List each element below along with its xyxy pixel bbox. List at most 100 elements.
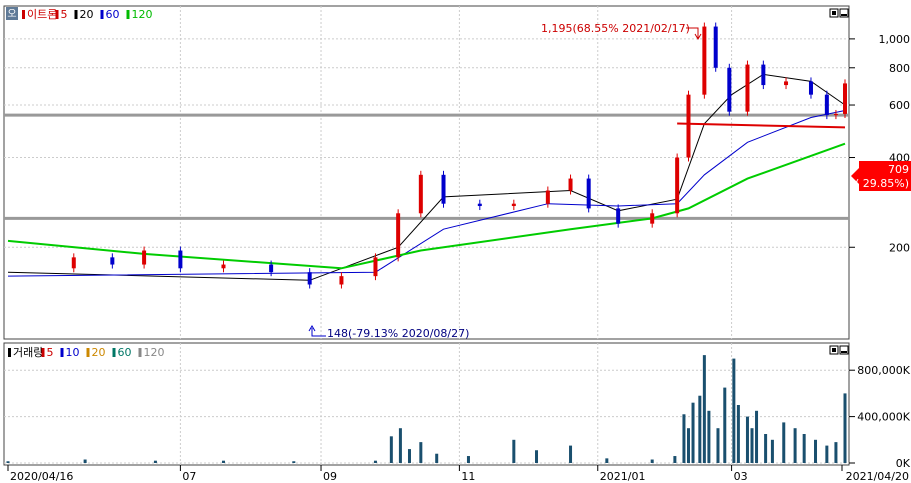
candle-body bbox=[110, 257, 115, 265]
x-tick-label: 2021/04/20 bbox=[846, 470, 909, 483]
price-legend: 이트론 5 20 60 120 bbox=[22, 8, 153, 21]
price-y-tick-label: 200 bbox=[889, 241, 910, 254]
volume-bar bbox=[292, 461, 296, 463]
legend-swatch bbox=[112, 348, 116, 357]
volume-bar bbox=[814, 439, 818, 463]
legend-label: 20 bbox=[92, 346, 106, 359]
legend-swatch bbox=[22, 10, 25, 19]
candle-body bbox=[824, 94, 829, 116]
price-y-tick-label: 800 bbox=[889, 62, 910, 75]
legend-swatch bbox=[55, 10, 59, 19]
legend-label: 10 bbox=[66, 346, 80, 359]
volume-bar bbox=[793, 428, 797, 463]
candle-body bbox=[142, 250, 147, 265]
legend-swatch bbox=[74, 10, 78, 19]
candle-body bbox=[545, 190, 550, 204]
volume-bar bbox=[736, 405, 740, 463]
volume-bar bbox=[221, 460, 225, 463]
candle-body bbox=[71, 257, 76, 269]
volume-panel-close-icon[interactable] bbox=[839, 345, 849, 355]
x-tick-label: 2020/04/16 bbox=[10, 470, 73, 483]
legend-label: 60 bbox=[106, 8, 120, 21]
candle-body bbox=[221, 264, 226, 269]
legend-swatch bbox=[8, 348, 11, 357]
legend-label: 120 bbox=[132, 8, 153, 21]
x-tick-label: 09 bbox=[323, 470, 337, 483]
volume-bar bbox=[512, 439, 516, 463]
price-panel-close-icon[interactable] bbox=[839, 8, 849, 18]
x-tick-label: 03 bbox=[734, 470, 748, 483]
candle-body bbox=[568, 178, 573, 191]
volume-bar bbox=[83, 459, 87, 463]
volume-panel-bg bbox=[3, 342, 850, 466]
low-annotation: 148(-79.13% 2020/08/27) bbox=[308, 325, 469, 340]
volume-bar bbox=[825, 445, 829, 463]
price-panel-maximize-icon[interactable] bbox=[829, 8, 839, 18]
candle-body bbox=[808, 81, 813, 95]
legend-label: 5 bbox=[61, 8, 68, 21]
candle-body bbox=[686, 94, 691, 158]
candle-body bbox=[702, 26, 707, 95]
volume-bar bbox=[843, 393, 847, 463]
legend-label: 이트론 bbox=[27, 8, 57, 21]
volume-bar bbox=[755, 410, 759, 463]
candle-body bbox=[727, 67, 732, 112]
candle-body bbox=[477, 203, 482, 207]
volume-bar bbox=[673, 456, 677, 463]
candle-body bbox=[761, 64, 766, 86]
volume-bar bbox=[407, 449, 411, 463]
volume-bar bbox=[419, 442, 423, 463]
candle-body bbox=[339, 276, 344, 285]
price-panel-bg bbox=[3, 5, 850, 340]
volume-bar bbox=[716, 428, 720, 463]
legend-swatch bbox=[60, 348, 64, 357]
x-tick-label: 2021/01 bbox=[600, 470, 646, 483]
volume-panel-maximize-icon[interactable] bbox=[829, 345, 839, 355]
volume-bar bbox=[373, 460, 377, 463]
volume-bar bbox=[723, 387, 727, 463]
candle-body bbox=[307, 272, 312, 285]
volume-bar bbox=[682, 414, 686, 463]
volume-bar bbox=[732, 358, 736, 463]
candle-body bbox=[269, 264, 274, 273]
volume-bar bbox=[702, 355, 706, 463]
price-y-tick-label: 1,000 bbox=[879, 33, 911, 46]
candle-body bbox=[586, 178, 591, 209]
high-annotation-text: 1,195(68.55% 2021/02/17) bbox=[541, 22, 690, 35]
volume-bar bbox=[6, 461, 10, 463]
candle-body bbox=[511, 203, 516, 207]
x-tick-label: 07 bbox=[182, 470, 196, 483]
legend-swatch bbox=[126, 10, 130, 19]
legend-swatch bbox=[41, 348, 45, 357]
volume-bar bbox=[435, 453, 439, 463]
candle-body bbox=[745, 64, 750, 112]
volume-bar bbox=[398, 428, 402, 463]
candle-body bbox=[650, 213, 655, 224]
volume-bar bbox=[569, 445, 573, 463]
x-tick-label: 11 bbox=[461, 470, 475, 483]
stock-chart: 2004006008001,0000K400,000K800,000K 2020… bbox=[3, 5, 911, 483]
candle-body bbox=[178, 250, 183, 269]
legend-label: 5 bbox=[47, 346, 54, 359]
legend-label: 거래량 bbox=[13, 346, 43, 359]
legend-label: 60 bbox=[118, 346, 132, 359]
volume-bar bbox=[698, 395, 702, 463]
current-change: ( 29.85%) bbox=[855, 177, 909, 190]
volume-bar bbox=[535, 450, 539, 463]
volume-y-tick-label: 0K bbox=[896, 457, 911, 470]
volume-bar bbox=[750, 428, 754, 463]
legend-label: 20 bbox=[80, 8, 94, 21]
volume-bar bbox=[802, 434, 806, 463]
price-y-tick-label: 600 bbox=[889, 99, 910, 112]
volume-y-tick-label: 400,000K bbox=[857, 411, 910, 424]
candle-body bbox=[833, 113, 838, 116]
volume-y-tick-label: 800,000K bbox=[857, 364, 910, 377]
volume-bar bbox=[691, 402, 695, 463]
x-axis-ticks: 2020/04/16 07 09 11 2021/01 03 2021/04/20 bbox=[7, 465, 909, 483]
volume-bar bbox=[650, 459, 654, 463]
volume-bar bbox=[770, 439, 774, 463]
candle-body bbox=[713, 26, 718, 68]
volume-bar bbox=[782, 422, 786, 463]
volume-bar bbox=[707, 410, 711, 463]
candle-body bbox=[373, 257, 378, 277]
